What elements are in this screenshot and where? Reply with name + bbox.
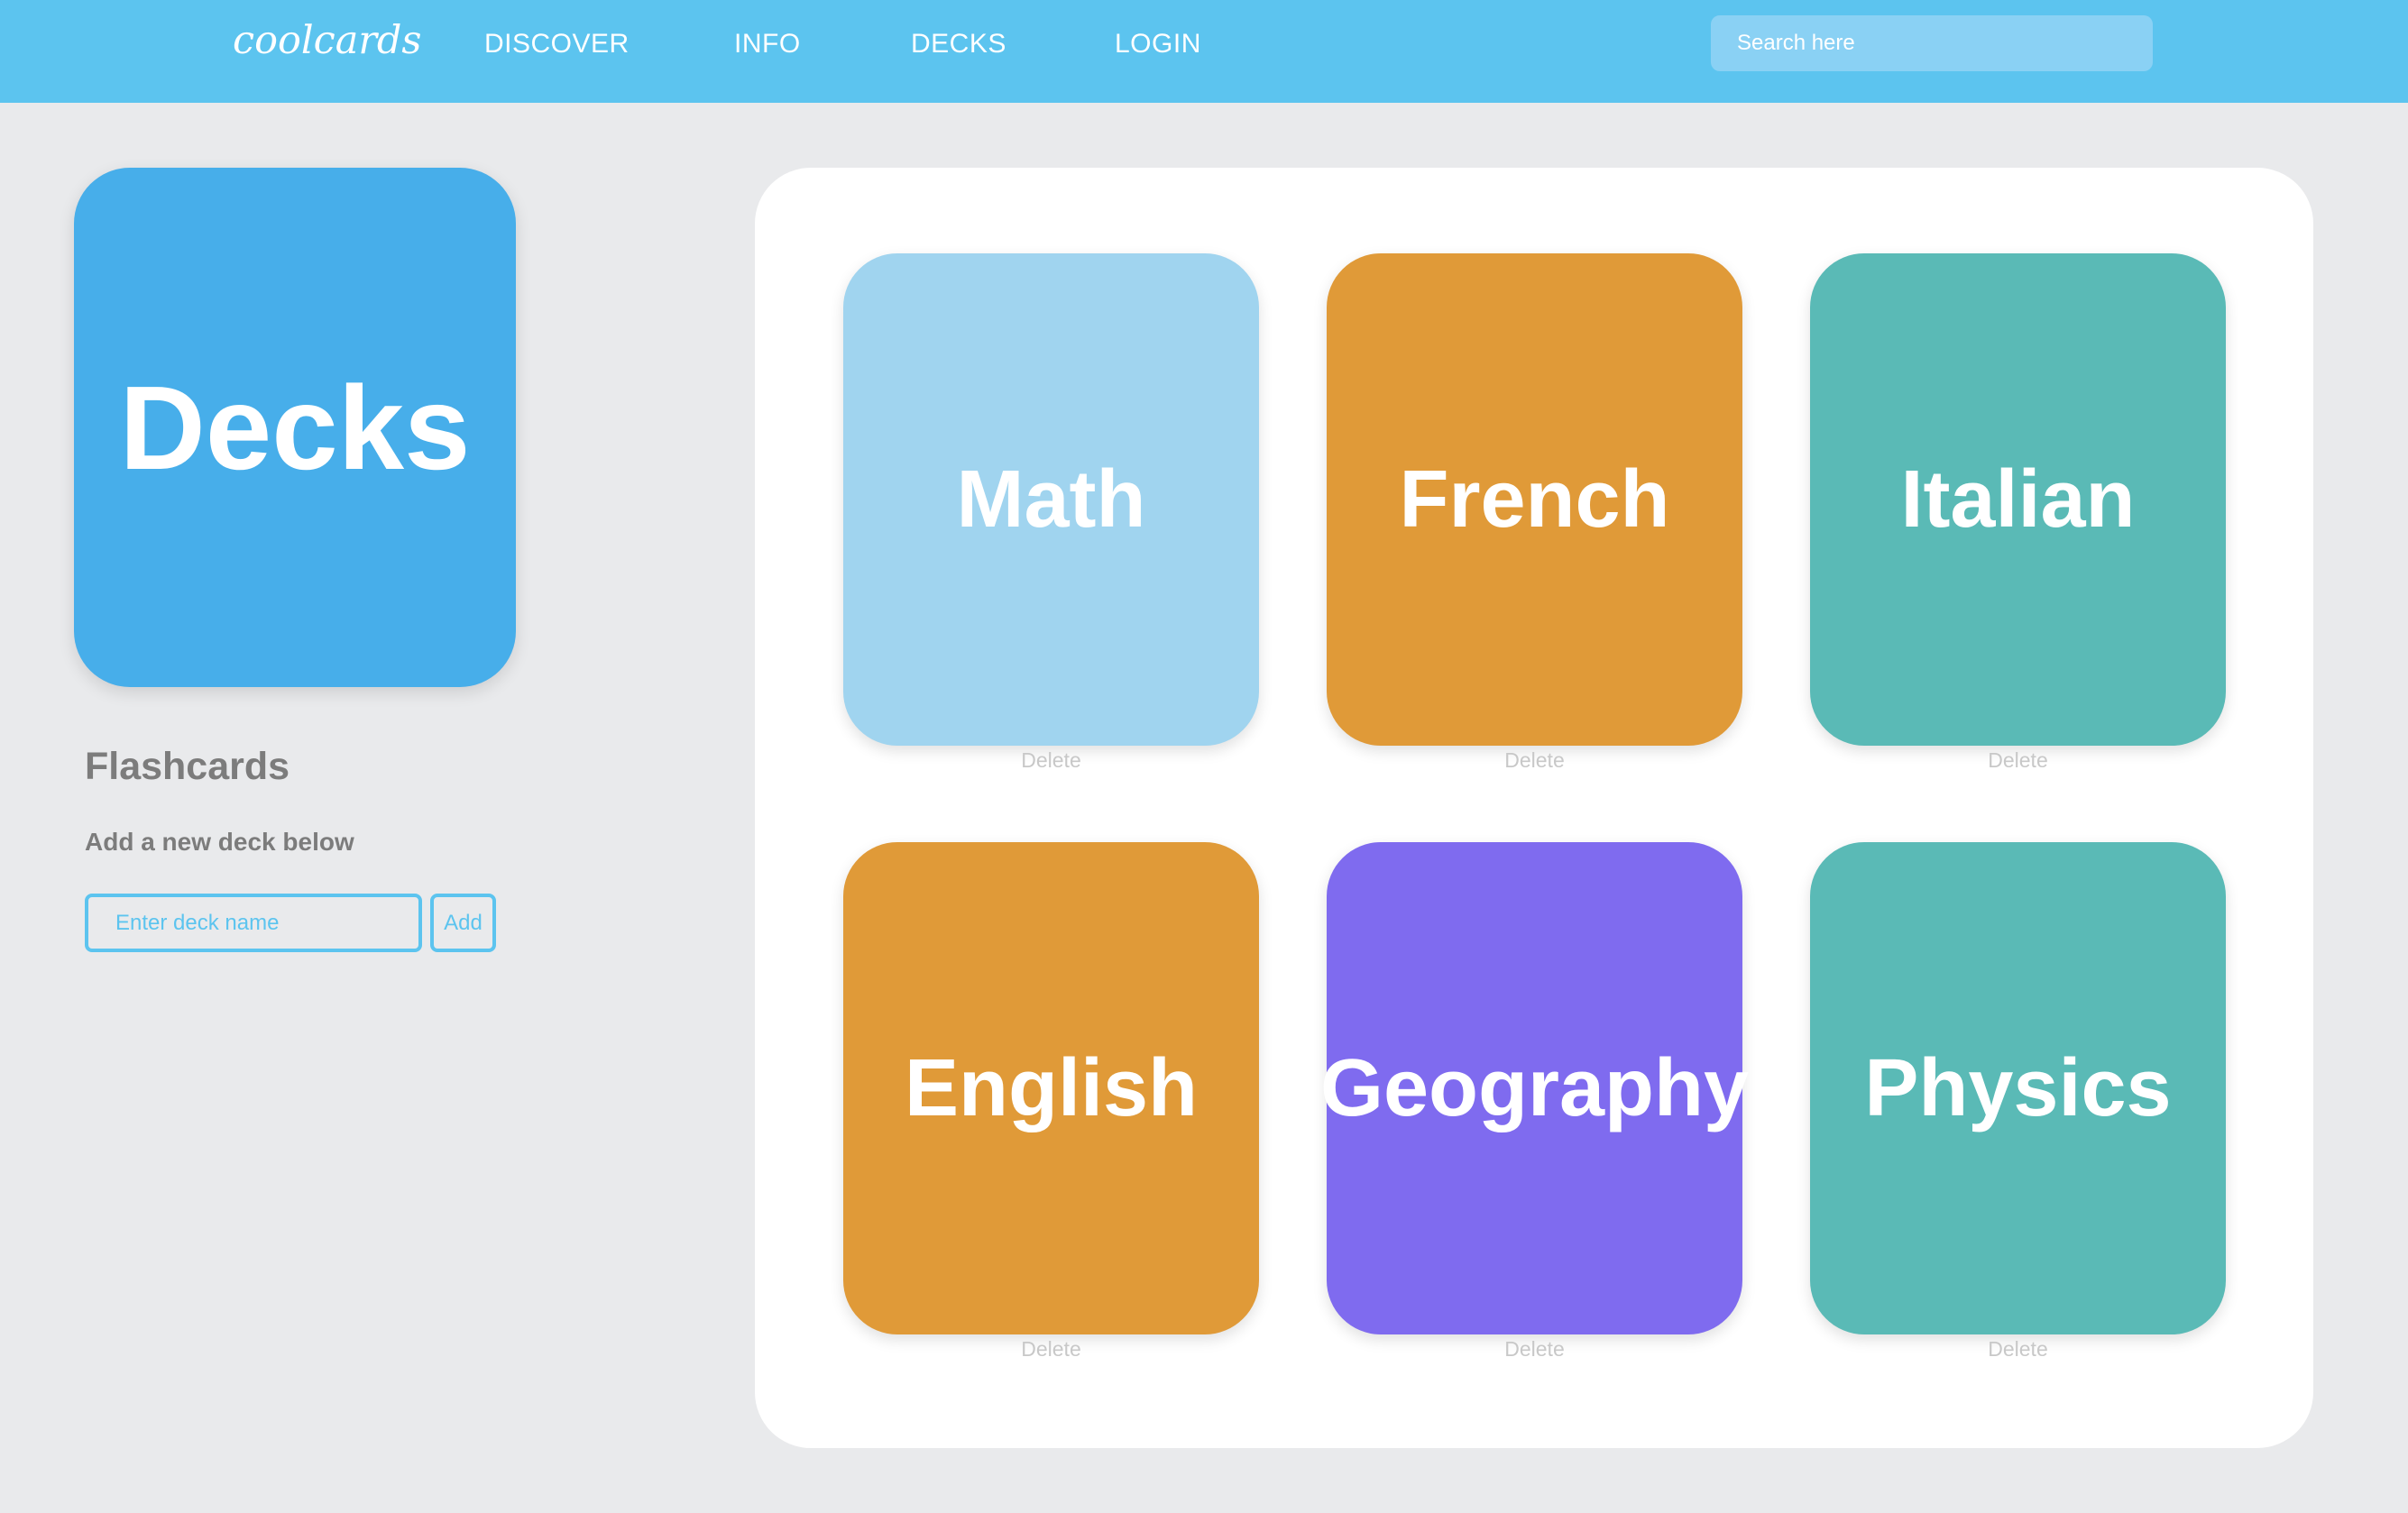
deck-card-italian[interactable]: Italian bbox=[1810, 253, 2226, 746]
deck-card-english[interactable]: English bbox=[843, 842, 1259, 1334]
deck-title: Italian bbox=[1900, 454, 2136, 545]
delete-deck-link[interactable]: Delete bbox=[1327, 1337, 1742, 1362]
deck-title: Math bbox=[956, 454, 1146, 545]
add-deck-button[interactable]: Add bbox=[430, 894, 496, 952]
deck-title: French bbox=[1399, 454, 1670, 545]
deck-title: English bbox=[904, 1042, 1199, 1133]
nav-link-decks[interactable]: DECKS bbox=[911, 29, 1006, 60]
deck-name-input[interactable] bbox=[85, 894, 422, 952]
nav-link-login[interactable]: LOGIN bbox=[1115, 29, 1201, 60]
search-input[interactable] bbox=[1711, 15, 2153, 71]
delete-deck-link[interactable]: Delete bbox=[1810, 748, 2226, 773]
delete-deck-link[interactable]: Delete bbox=[1327, 748, 1742, 773]
decks-hero-card: Decks bbox=[74, 168, 516, 687]
hero-title: Decks bbox=[119, 361, 471, 494]
deck-card-physics[interactable]: Physics bbox=[1810, 842, 2226, 1334]
deck-title: Geography bbox=[1319, 1042, 1750, 1133]
nav-link-discover[interactable]: DISCOVER bbox=[484, 29, 630, 60]
deck-card-math[interactable]: Math bbox=[843, 253, 1259, 746]
deck-title: Physics bbox=[1864, 1042, 2172, 1133]
top-nav-bar: coolcards DISCOVER INFO DECKS LOGIN bbox=[0, 0, 2408, 103]
nav-link-info[interactable]: INFO bbox=[734, 29, 801, 60]
deck-card-french[interactable]: French bbox=[1327, 253, 1742, 746]
delete-deck-link[interactable]: Delete bbox=[843, 748, 1259, 773]
sidebar-heading: Flashcards bbox=[85, 745, 290, 788]
deck-card-geography[interactable]: Geography bbox=[1320, 842, 1749, 1334]
sidebar-subheading: Add a new deck below bbox=[85, 828, 354, 856]
delete-deck-link[interactable]: Delete bbox=[1810, 1337, 2226, 1362]
brand-logo[interactable]: coolcards bbox=[233, 18, 421, 63]
delete-deck-link[interactable]: Delete bbox=[843, 1337, 1259, 1362]
